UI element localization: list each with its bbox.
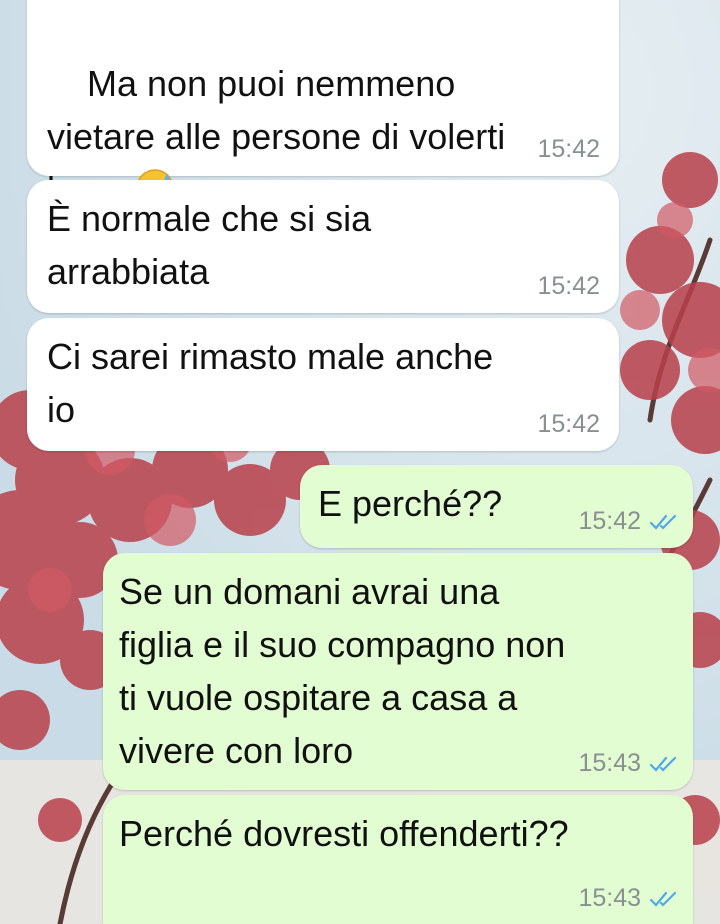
message-text: È normale che si sia arrabbiata <box>47 198 372 292</box>
message-meta: 15:42 <box>537 410 600 439</box>
message-timestamp: 15:43 <box>578 749 641 777</box>
message-timestamp: 15:42 <box>537 135 600 163</box>
read-double-check-icon <box>649 514 677 530</box>
message-timestamp: 15:42 <box>537 272 600 300</box>
message-timestamp: 15:43 <box>578 884 641 912</box>
outgoing-message-bubble[interactable]: Perché dovresti offenderti?? 15:43 <box>103 795 693 924</box>
message-meta: 15:43 <box>578 884 679 913</box>
outgoing-message-bubble[interactable]: Se un domani avrai una figlia e il suo c… <box>103 553 693 790</box>
message-timestamp: 15:42 <box>537 410 600 438</box>
message-text: Se un domani avrai una figlia e il suo c… <box>119 571 566 771</box>
message-text: Ci sarei rimasto male anche io <box>47 336 494 430</box>
read-double-check-icon <box>649 891 677 907</box>
message-meta: 15:42 <box>578 507 679 536</box>
message-timestamp: 15:42 <box>578 507 641 535</box>
message-meta: 15:43 <box>578 749 679 778</box>
incoming-message-bubble[interactable]: Ci sarei rimasto male anche io 15:42 <box>27 318 619 451</box>
incoming-message-bubble[interactable]: Ma non puoi nemmeno vietare alle persone… <box>27 0 619 210</box>
message-text: E perché?? <box>318 483 503 524</box>
message-meta: 15:42 <box>537 135 600 164</box>
incoming-message-bubble[interactable]: È normale che si sia arrabbiata 15:42 <box>27 180 619 313</box>
outgoing-message-bubble[interactable]: E perché?? 15:42 <box>300 465 693 548</box>
read-double-check-icon <box>649 756 677 772</box>
message-text: Perché dovresti offenderti?? <box>119 813 569 854</box>
message-meta: 15:42 <box>537 272 600 301</box>
